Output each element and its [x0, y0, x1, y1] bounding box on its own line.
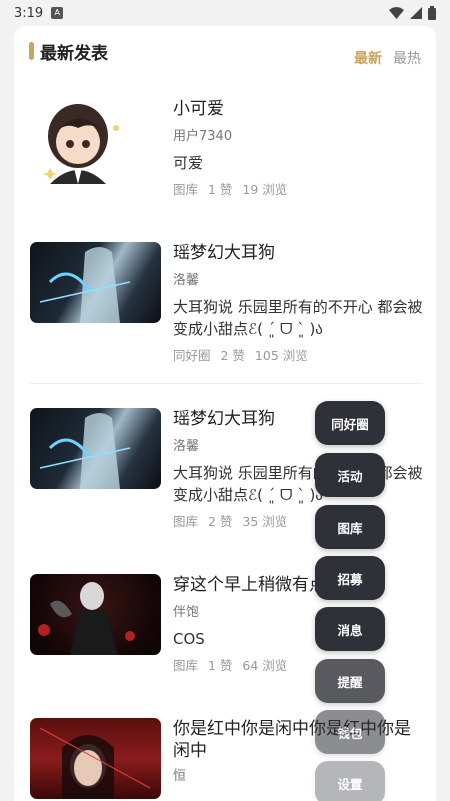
post-views: 64 浏览 — [242, 658, 288, 673]
status-bar: 3:19 A — [0, 0, 450, 26]
fab-item-settings[interactable]: 设置 — [315, 761, 385, 801]
signal-icon — [410, 7, 422, 19]
fab-item-gallery[interactable]: 图库 — [315, 505, 385, 549]
fab-item-circle[interactable]: 同好圈 — [315, 401, 385, 445]
post-meta: 图库 1 赞 19 浏览 — [173, 182, 423, 198]
post-title: 小可爱 — [173, 99, 224, 119]
post-title: 瑶梦幻大耳狗 — [173, 409, 275, 429]
post-category: 图库 — [173, 182, 199, 197]
post-info: 穿这个早上稍微有点热 伴饱 COS 图库 1 赞 64 浏览 — [173, 574, 423, 674]
post-title: 穿这个早上稍微有点热 — [173, 575, 343, 595]
post-category: 图库 — [173, 514, 199, 529]
post-meta: 同好圈 2 赞 105 浏览 — [173, 348, 423, 364]
fab-item-wallet[interactable]: 钱包 — [315, 710, 385, 754]
post-excerpt: 大耳狗说 乐园里所有的不开心 都会被变成小甜点ℰ( ´͈ ᗜ `͈ )ა — [173, 298, 423, 338]
status-time: 3:19 — [14, 5, 44, 21]
post-likes: 2 赞 — [220, 348, 245, 363]
tab-hot[interactable]: 最热 — [393, 48, 421, 68]
section-header: 最新发表 最新 最热 — [14, 26, 436, 76]
section-title: 最新发表 — [40, 44, 108, 64]
post-author: 洛馨 — [173, 439, 200, 454]
fab-item-recruit[interactable]: 招募 — [315, 556, 385, 600]
post-author: 恒 — [173, 769, 187, 784]
post-likes: 1 赞 — [208, 182, 233, 197]
post-views: 105 浏览 — [254, 348, 308, 363]
post-thumbnail[interactable] — [30, 98, 161, 184]
post-info: 瑶梦幻大耳狗 洛馨 大耳狗说 乐园里所有的不开心 都会被变成小甜点ℰ( ´͈ ᗜ… — [173, 242, 423, 364]
post-views: 35 浏览 — [242, 514, 288, 529]
post-thumbnail[interactable] — [30, 718, 161, 799]
section-accent-bar — [29, 42, 34, 60]
notification-icon: A — [51, 7, 64, 19]
cosplay-photo-image — [39, 247, 131, 323]
post-divider — [30, 383, 422, 384]
post-info: 小可爱 用户7340 可爱 图库 1 赞 19 浏览 — [173, 98, 423, 198]
cosplay-photo-image — [39, 727, 151, 799]
post-likes: 1 赞 — [208, 658, 233, 673]
post-item[interactable]: 小可爱 用户7340 可爱 图库 1 赞 19 浏览 — [30, 98, 422, 208]
post-item[interactable]: 瑶梦幻大耳狗 洛馨 大耳狗说 乐园里所有的不开心 都会被变成小甜点ℰ( ´͈ ᗜ… — [30, 242, 423, 382]
post-title: 瑶梦幻大耳狗 — [173, 243, 275, 263]
battery-icon — [428, 6, 436, 20]
post-info: 瑶梦幻大耳狗 洛馨 大耳狗说 乐园里所有的不开心 都会被变成小甜点ℰ( ´͈ ᗜ… — [173, 408, 423, 530]
post-info: 你是红中你是闲中你是红中你是闲中 恒 — [173, 718, 423, 786]
cosplay-photo-image — [39, 413, 131, 489]
fab-item-activity[interactable]: 活动 — [315, 453, 385, 497]
post-title: 你是红中你是闲中你是红中你是闲中 — [173, 719, 411, 761]
post-thumbnail[interactable] — [30, 408, 161, 489]
post-meta: 图库 2 赞 35 浏览 — [173, 514, 423, 530]
post-author: 伴饱 — [173, 605, 200, 620]
post-category: 图库 — [173, 658, 199, 673]
post-excerpt: 大耳狗说 乐园里所有的不开心 都会被变成小甜点ℰ( ´͈ ᗜ `͈ )ა — [173, 464, 423, 504]
post-likes: 2 赞 — [208, 514, 233, 529]
wifi-icon — [389, 7, 404, 19]
post-excerpt: 可爱 — [173, 154, 204, 172]
post-author: 洛馨 — [173, 273, 200, 288]
post-views: 19 浏览 — [242, 182, 288, 197]
post-category: 同好圈 — [173, 348, 211, 363]
cosplay-photo-image — [38, 582, 135, 655]
post-author: 用户7340 — [173, 129, 233, 144]
chibi-avatar-image — [42, 104, 119, 184]
tab-latest[interactable]: 最新 — [354, 48, 382, 68]
fab-item-messages[interactable]: 消息 — [315, 607, 385, 651]
post-excerpt: COS — [173, 630, 205, 648]
post-thumbnail[interactable] — [30, 574, 161, 655]
post-meta: 图库 1 赞 64 浏览 — [173, 658, 423, 674]
post-thumbnail[interactable] — [30, 242, 161, 323]
fab-item-reminder[interactable]: 提醒 — [315, 659, 385, 703]
